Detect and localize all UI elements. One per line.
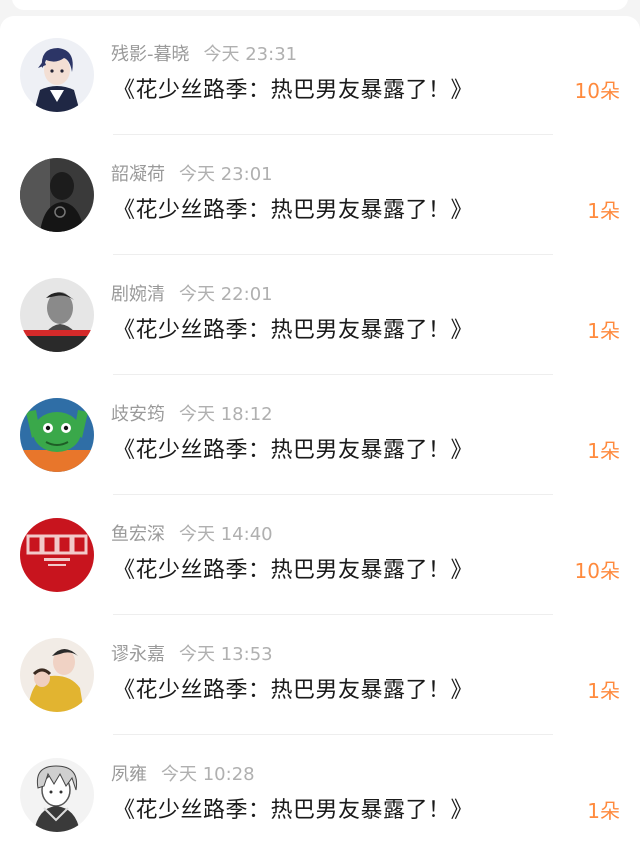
comment-item[interactable]: 夙雍 今天 10:28 《花少丝路季：热巴男友暴露了！》 1朵 (0, 736, 640, 853)
avatar[interactable] (20, 638, 94, 712)
divider (113, 374, 553, 375)
comment-meta: 剧婉清 今天 22:01 (111, 282, 273, 308)
comment-item[interactable]: 鱼宏深 今天 14:40 《花少丝路季：热巴男友暴露了！》 10朵 (0, 496, 640, 616)
comment-item[interactable]: 韶凝荷 今天 23:01 《花少丝路季：热巴男友暴露了！》 1朵 (0, 136, 640, 256)
green-frog-avatar-icon (20, 398, 94, 472)
flower-count: 1朵 (587, 799, 620, 823)
comment-meta: 夙雍 今天 10:28 (111, 762, 255, 788)
bw-portrait-avatar-icon (20, 278, 94, 352)
sketch-character-avatar-icon (20, 758, 94, 832)
avatar[interactable] (20, 158, 94, 232)
comment-time: 今天 18:12 (179, 404, 273, 425)
flower-count: 1朵 (587, 439, 620, 463)
yellow-photo-avatar-icon (20, 638, 94, 712)
user-name[interactable]: 韶凝荷 (111, 164, 165, 185)
comment-meta: 韶凝荷 今天 23:01 (111, 162, 273, 188)
comment-list: 残影-暮晓 今天 23:31 《花少丝路季：热巴男友暴露了！》 10朵 韶凝荷 今天… (0, 16, 640, 853)
comment-text[interactable]: 《花少丝路季：热巴男友暴露了！》 (113, 794, 473, 828)
user-name[interactable]: 鱼宏深 (111, 524, 165, 545)
comment-item[interactable]: 剧婉清 今天 22:01 《花少丝路季：热巴男友暴露了！》 1朵 (0, 256, 640, 376)
comment-item[interactable]: 歧安筠 今天 18:12 《花少丝路季：热巴男友暴露了！》 1朵 (0, 376, 640, 496)
avatar[interactable] (20, 518, 94, 592)
comment-meta: 残影-暮晓 今天 23:31 (111, 42, 297, 68)
user-name[interactable]: 夙雍 (111, 764, 147, 785)
user-name[interactable]: 剧婉清 (111, 284, 165, 305)
user-name[interactable]: 谬永嘉 (111, 644, 165, 665)
divider (113, 734, 553, 735)
dark-figure-avatar-icon (20, 158, 94, 232)
flower-count: 1朵 (587, 199, 620, 223)
avatar[interactable] (20, 278, 94, 352)
avatar[interactable] (20, 398, 94, 472)
divider (113, 134, 553, 135)
comment-time: 今天 22:01 (179, 284, 273, 305)
anime-boy-avatar-icon (20, 38, 94, 112)
divider (113, 614, 553, 615)
user-name[interactable]: 残影-暮晓 (111, 44, 190, 65)
flower-count: 10朵 (574, 79, 620, 103)
comment-time: 今天 10:28 (161, 764, 255, 785)
user-name[interactable]: 歧安筠 (111, 404, 165, 425)
comment-meta: 鱼宏深 今天 14:40 (111, 522, 273, 548)
comment-text[interactable]: 《花少丝路季：热巴男友暴露了！》 (113, 434, 473, 468)
avatar[interactable] (20, 38, 94, 112)
comment-meta: 歧安筠 今天 18:12 (111, 402, 273, 428)
comment-text[interactable]: 《花少丝路季：热巴男友暴露了！》 (113, 554, 473, 588)
comment-text[interactable]: 《花少丝路季：热巴男友暴露了！》 (113, 314, 473, 348)
flower-count: 10朵 (574, 559, 620, 583)
comment-time: 今天 23:31 (203, 44, 298, 65)
comment-time: 今天 14:40 (179, 524, 273, 545)
red-2020-avatar-icon (20, 518, 94, 592)
previous-card-edge (12, 0, 628, 10)
avatar[interactable] (20, 758, 94, 832)
comment-time: 今天 13:53 (179, 644, 273, 665)
comment-item[interactable]: 残影-暮晓 今天 23:31 《花少丝路季：热巴男友暴露了！》 10朵 (0, 16, 640, 136)
divider (113, 494, 553, 495)
comment-time: 今天 23:01 (179, 164, 273, 185)
divider (113, 254, 553, 255)
flower-count: 1朵 (587, 319, 620, 343)
comment-meta: 谬永嘉 今天 13:53 (111, 642, 273, 668)
comment-text[interactable]: 《花少丝路季：热巴男友暴露了！》 (113, 194, 473, 228)
flower-count: 1朵 (587, 679, 620, 703)
comment-text[interactable]: 《花少丝路季：热巴男友暴露了！》 (113, 674, 473, 708)
comment-item[interactable]: 谬永嘉 今天 13:53 《花少丝路季：热巴男友暴露了！》 1朵 (0, 616, 640, 736)
comment-text[interactable]: 《花少丝路季：热巴男友暴露了！》 (113, 74, 473, 108)
